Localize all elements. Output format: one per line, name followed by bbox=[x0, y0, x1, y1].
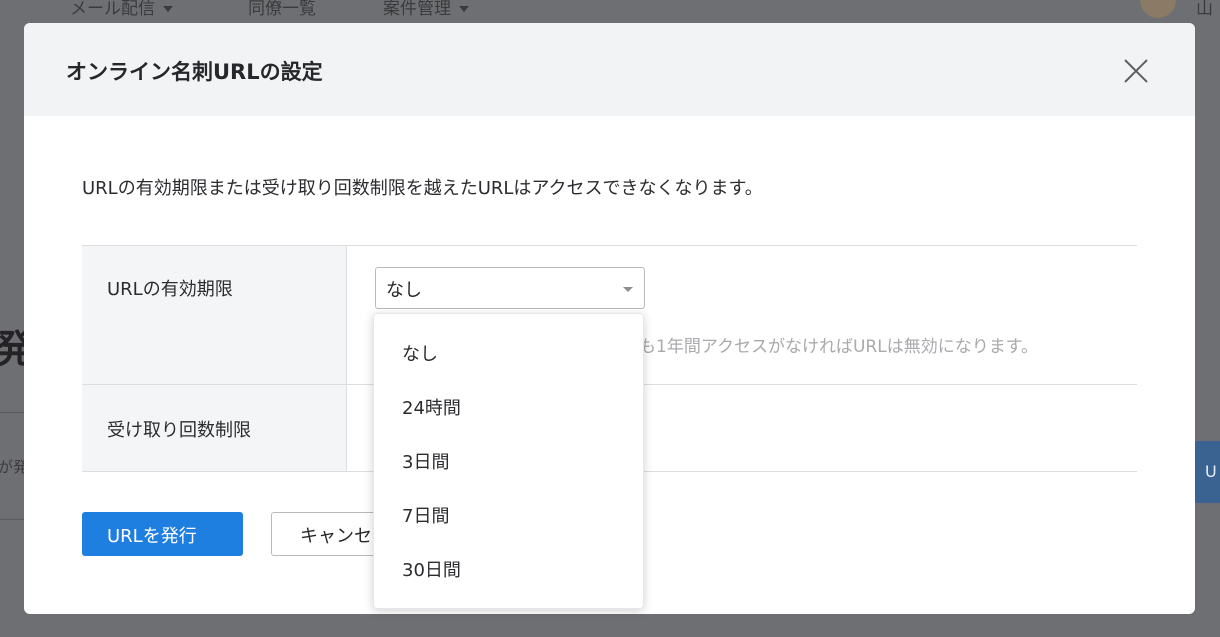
expiry-dropdown-menu: なし 24時間 3日間 7日間 30日間 bbox=[373, 313, 644, 609]
dropdown-option-label: 7日間 bbox=[402, 506, 450, 527]
nav-item-mail: メール配信 bbox=[70, 0, 173, 19]
close-icon bbox=[1124, 59, 1148, 83]
row-label-cell: 受け取り回数制限 bbox=[82, 385, 347, 471]
dropdown-option-none[interactable]: なし bbox=[374, 326, 643, 380]
avatar bbox=[1140, 0, 1176, 18]
dropdown-option-3d[interactable]: 3日間 bbox=[374, 434, 643, 488]
nav-item-projects: 案件管理 bbox=[383, 0, 469, 19]
dropdown-option-24h[interactable]: 24時間 bbox=[374, 380, 643, 434]
dropdown-option-label: 30日間 bbox=[402, 560, 461, 581]
receive-limit-label: 受け取り回数制限 bbox=[107, 420, 251, 441]
background-divider bbox=[0, 412, 24, 413]
chevron-down-icon bbox=[459, 6, 469, 12]
background-divider bbox=[0, 519, 24, 520]
chevron-down-icon bbox=[623, 287, 633, 292]
expiry-select[interactable]: なし bbox=[375, 267, 645, 309]
nav-item-projects-label: 案件管理 bbox=[383, 0, 451, 19]
nav-item-colleagues: 同僚一覧 bbox=[248, 0, 316, 19]
expiry-label: URLの有効期限 bbox=[107, 279, 233, 300]
expiry-select-value: なし bbox=[386, 280, 422, 301]
dropdown-option-label: 3日間 bbox=[402, 452, 450, 473]
background-nav: メール配信 同僚一覧 案件管理 山 bbox=[0, 0, 1220, 22]
nav-item-colleagues-label: 同僚一覧 bbox=[248, 0, 316, 19]
close-button[interactable] bbox=[1120, 55, 1152, 87]
dropdown-option-label: なし bbox=[402, 344, 438, 365]
url-settings-modal: オンライン名刺URLの設定 URLの有効期限または受け取り回数制限を越えたURL… bbox=[24, 23, 1195, 614]
modal-title: オンライン名刺URLの設定 bbox=[66, 60, 323, 84]
background-button: U bbox=[1195, 441, 1220, 503]
dropdown-option-30d[interactable]: 30日間 bbox=[374, 542, 643, 596]
chevron-down-icon bbox=[163, 6, 173, 12]
modal-description: URLの有効期限または受け取り回数制限を越えたURLはアクセスできなくなります。 bbox=[82, 178, 763, 199]
expiry-hint: も1年間アクセスがなければURLは無効になります。 bbox=[639, 337, 1038, 357]
dropdown-option-label: 24時間 bbox=[402, 398, 461, 419]
modal-header: オンライン名刺URLの設定 bbox=[24, 23, 1195, 116]
issue-url-button[interactable]: URLを発行 bbox=[82, 512, 243, 556]
issue-url-button-label: URLを発行 bbox=[107, 526, 197, 547]
row-label-cell: URLの有効期限 bbox=[82, 246, 347, 384]
dropdown-option-7d[interactable]: 7日間 bbox=[374, 488, 643, 542]
nav-item-mail-label: メール配信 bbox=[70, 0, 155, 19]
user-name: 山 bbox=[1196, 0, 1213, 19]
